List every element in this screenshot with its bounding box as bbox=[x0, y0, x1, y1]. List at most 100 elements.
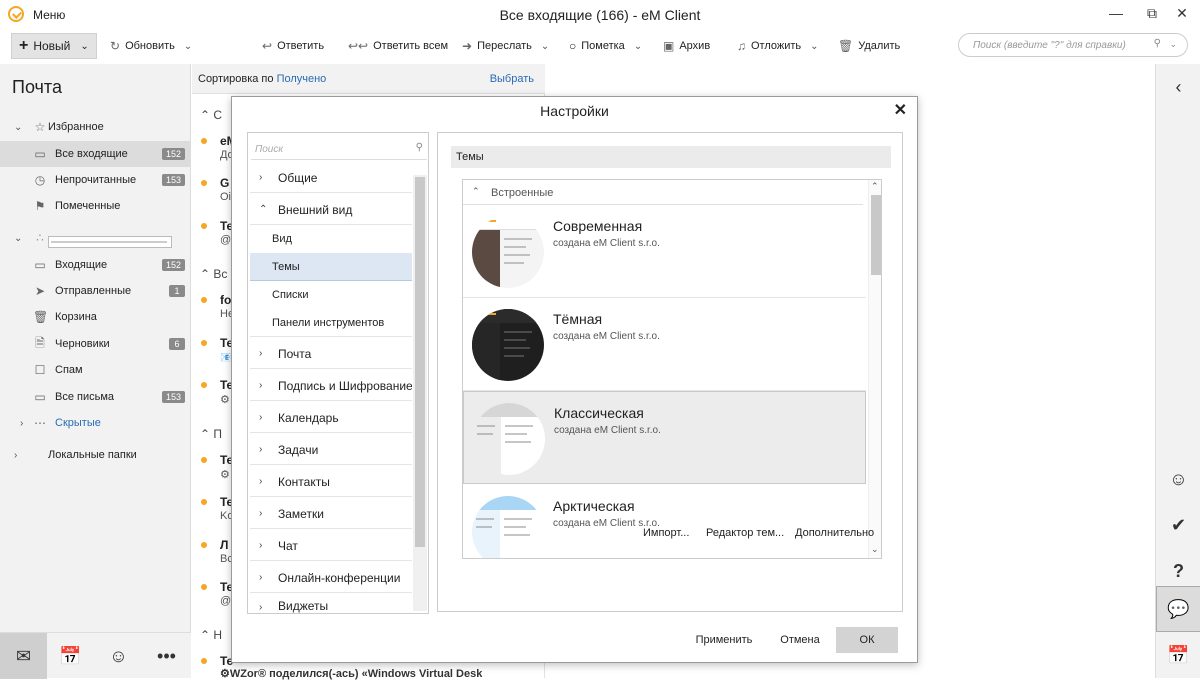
nav-item-contacts[interactable]: › Контакты bbox=[250, 467, 412, 497]
reply-all-button[interactable]: ↩↩ Ответить всем bbox=[348, 39, 448, 53]
builtin-group-header[interactable]: ⌃ Встроенные bbox=[463, 180, 863, 205]
chevron-down-icon[interactable]: ⌄ bbox=[14, 233, 22, 244]
delete-button[interactable]: 🗑 Удалить bbox=[838, 39, 900, 53]
nav-item-view[interactable]: Вид bbox=[250, 225, 412, 253]
chevron-down-icon[interactable]: ⌄ bbox=[14, 122, 22, 133]
collapse-panel-button[interactable]: ‹ bbox=[1156, 64, 1200, 110]
reply-button[interactable]: ↩ Ответить bbox=[262, 39, 324, 53]
theme-list-scrollbar[interactable]: ⌃ ⌄ bbox=[868, 180, 881, 558]
sidebar-item-all-inbox[interactable]: ▭ Все входящие 152 bbox=[0, 141, 190, 167]
nav-item-toolbars[interactable]: Панели инструментов bbox=[250, 309, 412, 337]
chevron-down-icon[interactable]: ⌄ bbox=[810, 41, 818, 52]
settings-search-input[interactable]: Поиск ⚲ bbox=[251, 136, 427, 160]
import-button[interactable]: Импорт... bbox=[643, 527, 689, 539]
new-button[interactable]: + Новый ⌄ bbox=[11, 33, 97, 59]
apply-button[interactable]: Применить bbox=[679, 627, 769, 653]
message-sender[interactable]: G bbox=[220, 176, 229, 190]
date-group-header[interactable]: ⌃ Вс bbox=[200, 267, 227, 281]
sidebar-item-flagged[interactable]: ⚑ Помеченные bbox=[0, 193, 190, 219]
nav-item-widgets[interactable]: › Виджеты bbox=[250, 595, 412, 613]
advanced-button[interactable]: Дополнительно bbox=[795, 527, 874, 539]
cancel-button[interactable]: Отмена bbox=[772, 627, 828, 653]
chevron-down-icon[interactable]: ⌄ bbox=[634, 41, 642, 52]
chevron-right-icon[interactable]: › bbox=[20, 418, 23, 429]
chevron-down-icon[interactable]: ⌄ bbox=[184, 41, 192, 52]
scrollbar-thumb[interactable] bbox=[415, 177, 425, 547]
nav-item-label: Вид bbox=[272, 233, 292, 245]
sidebar-item-inbox[interactable]: ▭ Входящие 152 bbox=[0, 252, 190, 278]
message-subject[interactable]: @ bbox=[220, 234, 231, 246]
search-icon[interactable]: ⚲ bbox=[1154, 38, 1161, 49]
flag-button[interactable]: ○ Пометка ⌄ bbox=[569, 39, 642, 53]
nav-item-online-meetings[interactable]: › Онлайн-конференции bbox=[250, 563, 412, 593]
message-subject[interactable]: ⚙WZor® поделился(-ась) «Windows Virtual … bbox=[220, 667, 482, 680]
minimize-icon[interactable]: — bbox=[1106, 5, 1126, 21]
close-window-icon[interactable]: ✕ bbox=[1172, 5, 1192, 22]
scrollbar-thumb[interactable] bbox=[871, 195, 881, 275]
search-input[interactable]: Поиск (введите "?" для справки) ⚲ ⌄ bbox=[958, 33, 1188, 57]
nav-item-chat[interactable]: › Чат bbox=[250, 531, 412, 561]
chevron-down-icon[interactable]: ⌄ bbox=[541, 41, 549, 52]
envelope-icon: ✉ bbox=[15, 645, 32, 666]
chat-panel-button[interactable]: 💬 bbox=[1156, 586, 1200, 632]
theme-item-dark[interactable]: Тёмная создана eM Client s.r.o. bbox=[463, 298, 866, 391]
message-subject[interactable]: @ bbox=[220, 595, 231, 607]
nav-item-notes[interactable]: › Заметки bbox=[250, 499, 412, 529]
sidebar-item-sent[interactable]: ➤ Отправленные 1 bbox=[0, 278, 190, 304]
select-link[interactable]: Выбрать bbox=[490, 73, 534, 85]
restore-icon[interactable]: ⧉ bbox=[1142, 5, 1162, 22]
sidebar-item-spam[interactable]: ☐ Спам bbox=[0, 357, 190, 383]
nav-item-themes[interactable]: Темы bbox=[250, 253, 412, 281]
calendar-panel-button[interactable]: 📅 bbox=[1156, 632, 1200, 678]
nav-scrollbar[interactable] bbox=[413, 175, 427, 611]
sidebar-item-unread[interactable]: ◷ Непрочитанные 153 bbox=[0, 167, 190, 193]
sidebar-item-local-folders[interactable]: › Локальные папки bbox=[0, 442, 190, 468]
sort-field-link[interactable]: Получено bbox=[277, 73, 327, 85]
sidebar-item-drafts[interactable]: 🗎 Черновики 6 bbox=[0, 331, 190, 357]
more-nav-button[interactable]: ••• bbox=[143, 633, 190, 679]
date-group-header[interactable]: ⌃ Н bbox=[200, 628, 222, 642]
chevron-up-icon[interactable]: ⌃ bbox=[871, 181, 879, 192]
nav-item-mail[interactable]: › Почта bbox=[250, 339, 412, 369]
theme-editor-button[interactable]: Редактор тем... bbox=[706, 527, 784, 539]
date-group-header[interactable]: ⌃ С bbox=[200, 108, 222, 122]
chevron-right-icon[interactable]: › bbox=[14, 450, 17, 461]
nav-item-general[interactable]: › Общие bbox=[250, 163, 412, 193]
theme-item-classic[interactable]: Классическая создана eM Client s.r.o. bbox=[463, 391, 866, 484]
theme-item-modern[interactable]: Современная создана eM Client s.r.o. bbox=[463, 205, 866, 298]
mail-nav-button[interactable]: ✉ bbox=[0, 633, 47, 679]
favorites-group[interactable]: ⌄ ☆ Избранное bbox=[0, 114, 190, 140]
close-icon[interactable]: ✕ bbox=[894, 100, 907, 120]
theme-item-arctic[interactable]: Арктическая создана eM Client s.r.o. bbox=[463, 485, 866, 558]
contacts-nav-button[interactable]: ☺ bbox=[95, 633, 142, 679]
chevron-down-icon[interactable]: ⌄ bbox=[1169, 39, 1177, 50]
chevron-down-icon[interactable]: ⌄ bbox=[80, 41, 88, 52]
ok-button[interactable]: ОК bbox=[836, 627, 898, 653]
date-group-header[interactable]: ⌃ П bbox=[200, 427, 222, 441]
nav-item-signature-encryption[interactable]: › Подпись и Шифрование bbox=[250, 371, 412, 401]
sidebar-item-hidden[interactable]: › ⋯ Скрытые bbox=[0, 410, 190, 436]
themes-panel: Темы ⌃ Встроенные Современная создана eM … bbox=[437, 132, 903, 612]
inbox-icon: ▭ bbox=[34, 258, 46, 272]
archive-button[interactable]: ▣ Архив bbox=[663, 39, 710, 53]
tasks-panel-button[interactable]: ✔ bbox=[1156, 502, 1200, 548]
message-sender[interactable]: fo bbox=[220, 293, 231, 307]
draft-icon: 🗎 bbox=[35, 335, 45, 350]
unread-dot bbox=[201, 457, 207, 463]
message-subject[interactable]: ⚙ bbox=[220, 468, 230, 481]
nav-item-calendar[interactable]: › Календарь bbox=[250, 403, 412, 433]
nav-item-lists[interactable]: Списки bbox=[250, 281, 412, 309]
forward-button[interactable]: ➜ Переслать ⌄ bbox=[462, 39, 549, 53]
nav-item-tasks[interactable]: › Задачи bbox=[250, 435, 412, 465]
message-subject[interactable]: Oi bbox=[220, 191, 231, 203]
refresh-button[interactable]: ↻ Обновить ⌄ bbox=[110, 39, 192, 53]
sidebar-item-trash[interactable]: 🗑 Корзина bbox=[0, 304, 190, 330]
chevron-down-icon[interactable]: ⌄ bbox=[871, 544, 879, 555]
message-subject[interactable]: ⚙ bbox=[220, 393, 230, 406]
nav-item-appearance[interactable]: ⌃ Внешний вид bbox=[250, 195, 412, 225]
calendar-nav-button[interactable]: 📅 bbox=[47, 633, 94, 679]
message-sender[interactable]: Л bbox=[220, 538, 228, 552]
snooze-button[interactable]: ♫ Отложить ⌄ bbox=[737, 39, 819, 53]
contact-panel-button[interactable]: ☺ bbox=[1156, 456, 1200, 502]
sidebar-item-all-mail[interactable]: ▭ Все письма 153 bbox=[0, 384, 190, 410]
